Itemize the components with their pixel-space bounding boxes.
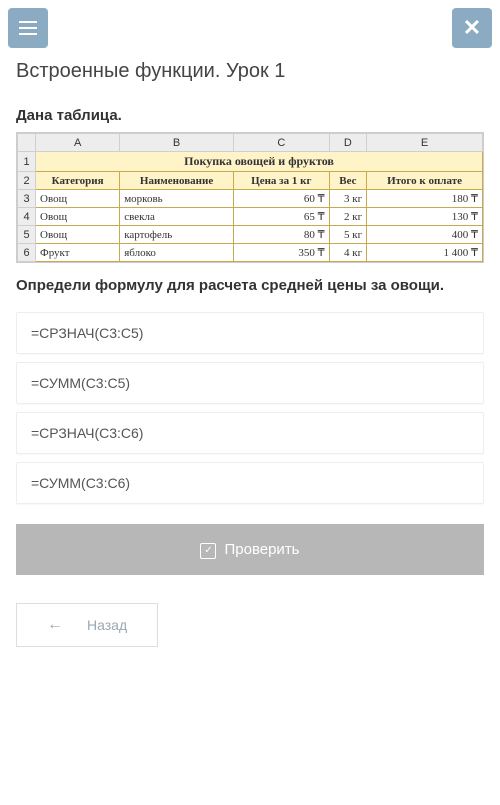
cell: 3 кг bbox=[329, 190, 366, 208]
col-header: C bbox=[233, 134, 329, 152]
hamburger-icon bbox=[19, 21, 37, 35]
sheet-title: Покупка овощей и фруктов bbox=[36, 152, 483, 172]
check-label: Проверить bbox=[224, 541, 299, 558]
row-header: 3 bbox=[18, 190, 36, 208]
row-header: 5 bbox=[18, 226, 36, 244]
check-button[interactable]: Проверить bbox=[16, 524, 484, 575]
cell: 1 400 ₸ bbox=[367, 244, 483, 262]
back-label: Назад bbox=[87, 617, 127, 633]
page-title: Встроенные функции. Урок 1 bbox=[16, 60, 484, 83]
row-header: 2 bbox=[18, 172, 36, 190]
cell: 180 ₸ bbox=[367, 190, 483, 208]
cell: яблоко bbox=[120, 244, 234, 262]
col-header: A bbox=[36, 134, 120, 152]
col-header: B bbox=[120, 134, 234, 152]
cell: картофель bbox=[120, 226, 234, 244]
table-header: Категория bbox=[36, 172, 120, 190]
close-icon: ✕ bbox=[463, 15, 481, 41]
cell: 130 ₸ bbox=[367, 208, 483, 226]
row-header: 6 bbox=[18, 244, 36, 262]
cell: Фрукт bbox=[36, 244, 120, 262]
cell: 2 кг bbox=[329, 208, 366, 226]
back-button[interactable]: ← Назад bbox=[16, 603, 158, 647]
cell: 60 ₸ bbox=[233, 190, 329, 208]
cell: 5 кг bbox=[329, 226, 366, 244]
sheet-corner bbox=[18, 134, 36, 152]
table-caption: Дана таблица. bbox=[16, 107, 484, 124]
col-header: E bbox=[367, 134, 483, 152]
table-header: Цена за 1 кг bbox=[233, 172, 329, 190]
table-header: Вес bbox=[329, 172, 366, 190]
answer-option[interactable]: =СРЗНАЧ(C3:C5) bbox=[16, 312, 484, 354]
cell: 350 ₸ bbox=[233, 244, 329, 262]
arrow-left-icon: ← bbox=[47, 616, 63, 634]
cell: Овощ bbox=[36, 226, 120, 244]
table-row: 5 Овощ картофель 80 ₸ 5 кг 400 ₸ bbox=[18, 226, 483, 244]
check-icon bbox=[200, 540, 216, 559]
cell: морковь bbox=[120, 190, 234, 208]
col-header: D bbox=[329, 134, 366, 152]
answer-option[interactable]: =СУММ(C3:C5) bbox=[16, 362, 484, 404]
cell: Овощ bbox=[36, 208, 120, 226]
cell: Овощ bbox=[36, 190, 120, 208]
answer-option[interactable]: =СРЗНАЧ(C3:C6) bbox=[16, 412, 484, 454]
cell: 400 ₸ bbox=[367, 226, 483, 244]
table-row: 3 Овощ морковь 60 ₸ 3 кг 180 ₸ bbox=[18, 190, 483, 208]
question-text: Определи формулу для расчета средней цен… bbox=[16, 275, 484, 296]
cell: свекла bbox=[120, 208, 234, 226]
answer-option[interactable]: =СУММ(C3:C6) bbox=[16, 462, 484, 504]
row-header: 1 bbox=[18, 152, 36, 172]
row-header: 4 bbox=[18, 208, 36, 226]
close-button[interactable]: ✕ bbox=[452, 8, 492, 48]
menu-button[interactable] bbox=[8, 8, 48, 48]
cell: 80 ₸ bbox=[233, 226, 329, 244]
table-row: 6 Фрукт яблоко 350 ₸ 4 кг 1 400 ₸ bbox=[18, 244, 483, 262]
spreadsheet: A B C D E 1 Покупка овощей и фруктов 2 К… bbox=[16, 132, 484, 263]
cell: 65 ₸ bbox=[233, 208, 329, 226]
table-row: 4 Овощ свекла 65 ₸ 2 кг 130 ₸ bbox=[18, 208, 483, 226]
cell: 4 кг bbox=[329, 244, 366, 262]
table-header: Итого к оплате bbox=[367, 172, 483, 190]
table-header: Наименование bbox=[120, 172, 234, 190]
